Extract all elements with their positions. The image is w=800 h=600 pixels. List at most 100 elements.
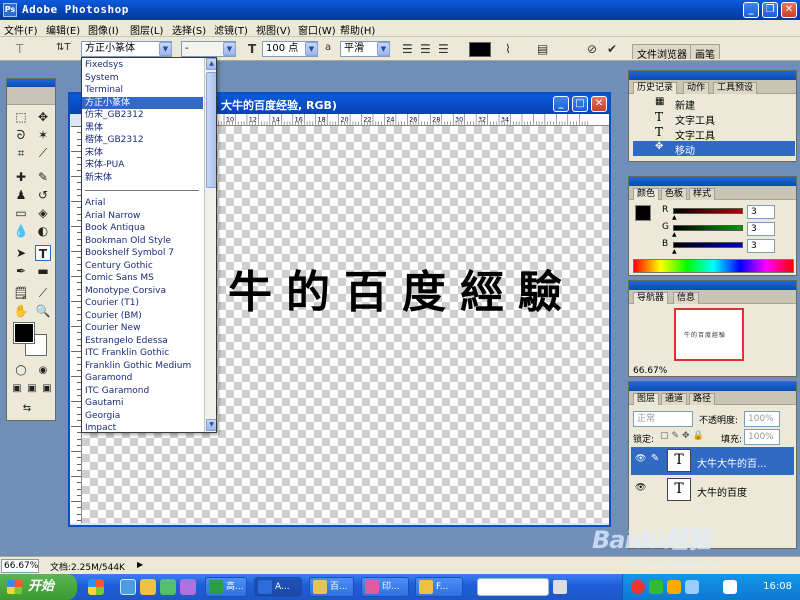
taskbar-task[interactable]: 百... (309, 577, 354, 597)
screen-mode-standard-icon[interactable]: ▣ (9, 381, 25, 397)
font-option[interactable]: Georgia (82, 410, 203, 423)
font-option[interactable]: Arial Narrow (82, 210, 203, 223)
tab-channels[interactable]: 通道 (661, 393, 688, 405)
crop-tool-icon[interactable]: ⌗ (13, 145, 29, 161)
menu-window[interactable]: 窗口(W) (298, 22, 336, 37)
taskbar-task[interactable]: 高... (205, 577, 247, 597)
navigator-thumbnail[interactable]: 牛的百度經驗 (674, 308, 744, 361)
font-option[interactable]: 方正小篆体 (82, 96, 203, 109)
canvas-seal-script-text[interactable]: 牛的百度經驗 (228, 256, 576, 320)
tab-styles[interactable]: 样式 (689, 188, 716, 200)
tab-color[interactable]: 颜色 (633, 188, 660, 200)
slider-handle-icon[interactable]: ▲ (672, 231, 677, 238)
path-selection-tool-icon[interactable]: ➤ (13, 245, 29, 261)
commit-icon[interactable]: ✔ (607, 42, 617, 56)
brush-tool-icon[interactable]: ✎ (35, 169, 51, 185)
start-button[interactable]: 开始 (0, 574, 77, 600)
warp-text-icon[interactable]: ⌇ (505, 42, 511, 56)
opacity-input[interactable]: 100% (744, 411, 780, 427)
dodge-tool-icon[interactable]: ◐ (35, 223, 51, 239)
text-tool-preset-icon[interactable]: T (16, 42, 23, 56)
pen-tool-icon[interactable]: ✒ (13, 263, 29, 279)
hand-tool-icon[interactable]: ✋ (13, 303, 29, 319)
blend-mode-select[interactable]: 正常 (633, 411, 693, 427)
color-spectrum-bar[interactable] (633, 259, 794, 273)
healing-brush-tool-icon[interactable]: ✚ (13, 169, 29, 185)
font-list-scrollbar[interactable]: ▲ ▼ (204, 58, 216, 432)
scroll-thumb[interactable] (206, 72, 216, 188)
align-left-icon[interactable]: ☰ (402, 42, 413, 56)
document-maximize-button[interactable]: □ (572, 96, 588, 112)
align-center-icon[interactable]: ☰ (420, 42, 431, 56)
notes-tool-icon[interactable]: 🗒 (13, 285, 29, 301)
restore-button[interactable]: ❐ (762, 2, 778, 18)
quick-launch-folder-icon[interactable] (140, 579, 156, 595)
font-option[interactable]: Bookman Old Style (82, 235, 203, 248)
magic-wand-tool-icon[interactable]: ✶ (35, 127, 51, 143)
font-option[interactable]: Garamond (82, 372, 203, 385)
tray-icon[interactable] (631, 580, 645, 594)
history-item[interactable]: ✥ 移动 (633, 141, 795, 157)
type-tool-icon[interactable]: T (35, 245, 51, 261)
quick-mask-icon[interactable]: ◉ (35, 363, 51, 379)
move-tool-icon[interactable]: ✥ (35, 109, 51, 125)
font-option[interactable]: Estrangelo Edessa (82, 335, 203, 348)
marquee-tool-icon[interactable]: ⬚ (13, 109, 29, 125)
menu-edit[interactable]: 编辑(E) (46, 22, 80, 37)
tab-actions[interactable]: 动作 (683, 82, 710, 94)
channel-value-input[interactable]: 3 (747, 222, 775, 236)
font-option[interactable]: Bookshelf Symbol 7 (82, 247, 203, 260)
status-menu-arrow-icon[interactable]: ▶ (137, 560, 143, 569)
foreground-color-swatch[interactable] (13, 322, 35, 344)
menu-view[interactable]: 视图(V) (256, 22, 291, 37)
tab-info[interactable]: 信息 (673, 292, 700, 304)
font-option[interactable]: Courier (T1) (82, 297, 203, 310)
scroll-down-icon[interactable]: ▼ (206, 419, 216, 431)
search-icon[interactable] (553, 580, 567, 594)
history-brush-tool-icon[interactable]: ↺ (35, 187, 51, 203)
slider-handle-icon[interactable]: ▲ (672, 248, 677, 255)
chevron-down-icon[interactable]: ▼ (159, 42, 172, 56)
font-option[interactable]: Gautami (82, 397, 203, 410)
history-item[interactable]: ▦ 新建 (633, 96, 795, 112)
screen-mode-full-icon[interactable]: ▣ (39, 381, 55, 397)
font-option[interactable]: Monotype Corsiva (82, 285, 203, 298)
font-option[interactable]: 黑体 (82, 122, 203, 135)
tray-icon[interactable] (685, 580, 699, 594)
zoom-tool-icon[interactable]: 🔍 (35, 303, 51, 319)
document-minimize-button[interactable]: _ (553, 96, 569, 112)
menu-layer[interactable]: 图层(L) (130, 22, 163, 37)
layer-row[interactable]: 👁 T 大牛的百度 (631, 476, 794, 504)
font-option[interactable]: ITC Garamond (82, 385, 203, 398)
close-button[interactable]: ✕ (781, 2, 797, 18)
volume-icon[interactable] (723, 580, 737, 594)
standard-mode-icon[interactable]: ◯ (13, 363, 29, 379)
tab-history[interactable]: 历史记录 (633, 82, 678, 94)
tab-brushes[interactable]: 画笔 (690, 44, 720, 61)
navigator-zoom[interactable]: 66.67% (633, 366, 667, 376)
text-orientation-icon[interactable]: ⇅T (56, 42, 71, 53)
visibility-eye-icon[interactable]: 👁 (635, 454, 646, 464)
tray-icon[interactable] (649, 580, 663, 594)
font-family-dropdown-list[interactable]: Fixedsys System Terminal 方正小篆体 仿宋_GB2312 黑体 楷体… (81, 57, 217, 433)
tab-tool-presets[interactable]: 工具预设 (713, 82, 758, 94)
font-option[interactable]: 仿宋_GB2312 (82, 109, 203, 122)
layer-row[interactable]: 👁 ✎ T 大牛大牛的百... (631, 447, 794, 475)
font-option[interactable]: ITC Franklin Gothic (82, 347, 203, 360)
quick-launch-app-icon[interactable] (160, 579, 176, 595)
document-close-button[interactable]: ✕ (591, 96, 607, 112)
minimize-button[interactable]: _ (743, 2, 759, 18)
eraser-tool-icon[interactable]: ▭ (13, 205, 29, 221)
font-option[interactable]: Century Gothic (82, 260, 203, 273)
slice-tool-icon[interactable]: ⟋ (35, 145, 51, 161)
menu-image[interactable]: 图像(I) (88, 22, 119, 37)
eyedropper-tool-icon[interactable]: ⟋ (35, 285, 51, 301)
tab-layers[interactable]: 图层 (633, 393, 660, 405)
chevron-down-icon[interactable]: ▼ (305, 42, 318, 56)
paint-bucket-tool-icon[interactable]: ◈ (35, 205, 51, 221)
channel-slider[interactable] (673, 208, 743, 214)
lock-icons[interactable]: ▢✎✥🔒 (660, 431, 707, 441)
menu-filter[interactable]: 滤镜(T) (214, 22, 248, 37)
font-option[interactable]: Impact (82, 422, 203, 432)
font-option[interactable]: Comic Sans MS (82, 272, 203, 285)
